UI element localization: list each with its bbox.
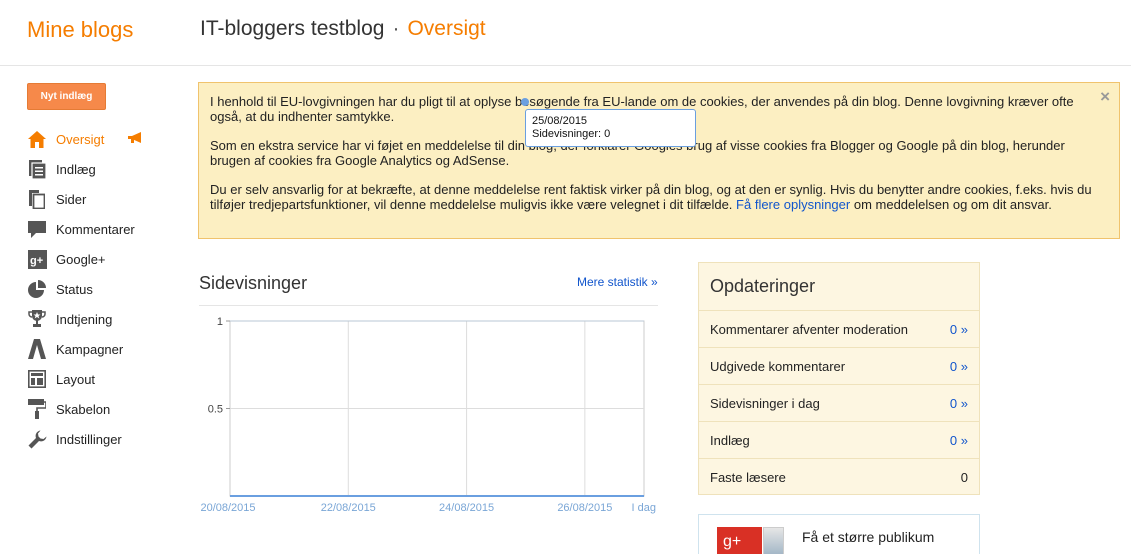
updates-panel: Opdateringer Kommentarer afventer modera… bbox=[698, 262, 980, 495]
sidebar-item-label: Kommentarer bbox=[56, 221, 135, 237]
profile-thumbnail bbox=[763, 527, 784, 554]
sidebar-item-google-plus[interactable]: g+ Google+ bbox=[27, 244, 167, 274]
sidebar-item-label: Google+ bbox=[56, 251, 106, 267]
svg-text:g+: g+ bbox=[30, 255, 43, 267]
sidebar-item-label: Kampagner bbox=[56, 341, 124, 357]
trophy-icon bbox=[27, 309, 47, 329]
x-tick-label: I dag bbox=[632, 502, 656, 514]
x-tick-label: 22/08/2015 bbox=[321, 502, 376, 514]
eu-cookie-notice: I henhold til EU-lovgivningen har du pli… bbox=[198, 82, 1120, 239]
sidebar-item-layout[interactable]: Layout bbox=[27, 364, 167, 394]
stats-title: Sidevisninger bbox=[199, 273, 308, 293]
update-row: Kommentarer afventer moderation 0 » bbox=[699, 310, 979, 347]
update-label: Faste læsere bbox=[710, 469, 786, 485]
update-value-link[interactable]: 0 » bbox=[950, 359, 968, 374]
google-plus-badge-icon: g+ bbox=[717, 527, 762, 554]
new-post-button[interactable]: Nyt indlæg bbox=[27, 83, 106, 110]
google-plus-icon: g+ bbox=[27, 249, 47, 269]
update-value: 0 bbox=[960, 469, 968, 485]
posts-icon bbox=[27, 159, 47, 179]
update-row: Indlæg 0 » bbox=[699, 421, 979, 458]
layout-icon bbox=[27, 369, 47, 389]
sidebar-item-label: Indstillinger bbox=[56, 431, 122, 447]
promo-title: Få et større publikum bbox=[802, 529, 935, 545]
breadcrumb: IT-bloggers testblog · Oversigt bbox=[200, 17, 486, 41]
sidebar-item-label: Layout bbox=[56, 371, 96, 387]
sidebar-item-status[interactable]: Status bbox=[27, 274, 167, 304]
update-value-link[interactable]: 0 » bbox=[950, 396, 968, 411]
pie-chart-icon bbox=[27, 279, 47, 299]
app-header: Mine blogs IT-bloggers testblog · Oversigt bbox=[0, 0, 1131, 66]
sidebar-item-label: Oversigt bbox=[56, 131, 105, 147]
x-tick-label: 26/08/2015 bbox=[557, 502, 612, 514]
update-row: Udgivede kommentarer 0 » bbox=[699, 347, 979, 384]
promo-card[interactable]: g+ Få et større publikum bbox=[698, 514, 980, 554]
adwords-icon bbox=[27, 339, 47, 359]
hover-point-marker bbox=[521, 98, 529, 106]
stats-divider bbox=[199, 305, 658, 306]
update-value-link[interactable]: 0 » bbox=[950, 433, 968, 448]
sidebar-item-label: Skabelon bbox=[56, 401, 111, 417]
more-stats-link[interactable]: Mere statistik » bbox=[577, 275, 658, 289]
update-row: Faste læsere 0 bbox=[699, 458, 979, 495]
update-label: Udgivede kommentarer bbox=[710, 358, 846, 374]
tooltip-date: 25/08/2015 bbox=[532, 115, 588, 127]
tooltip-value: Sidevisninger: 0 bbox=[532, 128, 611, 140]
x-tick-label: 24/08/2015 bbox=[439, 502, 494, 514]
sidebar-item-label: Sider bbox=[56, 191, 87, 207]
pages-icon bbox=[27, 189, 47, 209]
y-tick-label: 1 bbox=[217, 316, 223, 328]
sidebar-item-label: Indlæg bbox=[56, 161, 96, 177]
sidebar-item-indstillinger[interactable]: Indstillinger bbox=[27, 424, 167, 454]
x-tick-label: 20/08/2015 bbox=[200, 502, 255, 514]
sidebar-item-label: Status bbox=[56, 281, 93, 297]
paint-roller-icon bbox=[27, 399, 47, 419]
sidebar-item-kommentarer[interactable]: Kommentarer bbox=[27, 214, 167, 244]
update-label: Indlæg bbox=[710, 432, 750, 448]
update-value-link[interactable]: 0 » bbox=[950, 322, 968, 337]
sidebar-nav: Oversigt Indlæg Sider Kommentarer g+ Goo… bbox=[27, 124, 167, 454]
comment-icon bbox=[27, 219, 47, 239]
y-tick-label: 0.5 bbox=[208, 404, 223, 416]
sidebar-item-indlaeg[interactable]: Indlæg bbox=[27, 154, 167, 184]
sidebar-item-label: Indtjening bbox=[56, 311, 113, 327]
close-icon[interactable]: × bbox=[1100, 88, 1110, 105]
wrench-icon bbox=[27, 429, 47, 449]
home-icon bbox=[27, 129, 47, 149]
pageviews-chart: 1 0.5 20/08/2015 22/08/2015 24/08/2015 26/08… bbox=[200, 316, 656, 514]
megaphone-icon[interactable] bbox=[128, 132, 144, 147]
sidebar-item-skabelon[interactable]: Skabelon bbox=[27, 394, 167, 424]
update-row: Sidevisninger i dag 0 » bbox=[699, 384, 979, 421]
sidebar-item-oversigt[interactable]: Oversigt bbox=[27, 124, 167, 154]
updates-title: Opdateringer bbox=[710, 276, 816, 296]
chart-tooltip: 25/08/2015 Sidevisninger: 0 bbox=[525, 109, 696, 147]
breadcrumb-separator: · bbox=[392, 17, 400, 40]
sidebar-item-indtjening[interactable]: Indtjening bbox=[27, 304, 167, 334]
sidebar-item-sider[interactable]: Sider bbox=[27, 184, 167, 214]
learn-more-link[interactable]: Få flere oplysninger bbox=[736, 197, 850, 212]
page-title: Oversigt bbox=[407, 17, 486, 40]
my-blogs-link[interactable]: Mine blogs bbox=[27, 17, 133, 43]
notice-paragraph: Du er selv ansvarlig for at bekræfte, at… bbox=[210, 182, 1107, 212]
update-label: Sidevisninger i dag bbox=[710, 395, 820, 411]
sidebar-item-kampagner[interactable]: Kampagner bbox=[27, 334, 167, 364]
blog-title[interactable]: IT-bloggers testblog bbox=[200, 17, 384, 40]
notice-text: om meddelelsen og om dit ansvar. bbox=[853, 197, 1052, 212]
update-label: Kommentarer afventer moderation bbox=[710, 321, 908, 337]
